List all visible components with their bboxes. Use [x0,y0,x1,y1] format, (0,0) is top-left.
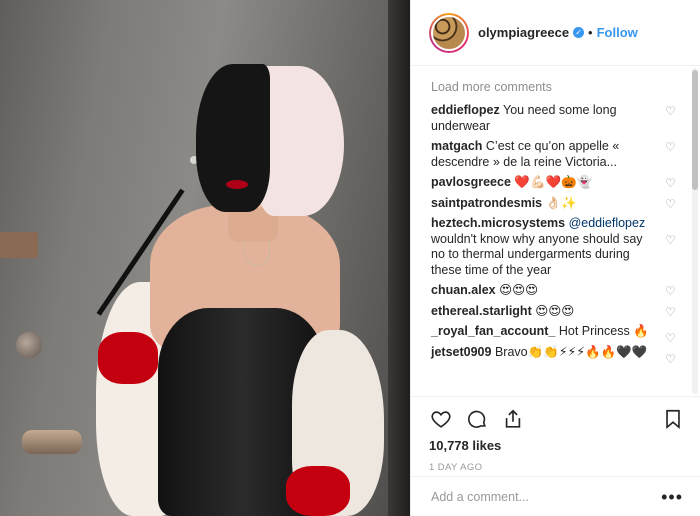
load-more-comments-button[interactable]: Load more comments [431,80,677,94]
comment-mention[interactable]: @eddieflopez [569,216,646,230]
comment-icon[interactable] [465,407,489,431]
more-options-button[interactable]: ••• [661,488,683,506]
bookmark-icon[interactable] [661,407,685,431]
comment-username[interactable]: saintpatrondesmis [431,196,542,210]
comment: ethereal.starlight 😍😍😍 ♡ [431,304,677,320]
post-side-panel: olympiagreece ✓ • Follow Load more comme… [410,0,700,516]
comment: jetset0909 Bravo👏👏⚡⚡⚡🔥🔥🖤🖤 ♡ [431,344,677,365]
comment-username[interactable]: chuan.alex [431,283,496,297]
comment: _royal_fan_account_ Hot Princess 🔥 ♡ [431,324,677,344]
comment: saintpatrondesmis 👌🏻✨ ♡ [431,196,677,212]
comment-username[interactable]: pavlosgreece [431,175,511,189]
post-header: olympiagreece ✓ • Follow [411,0,700,66]
post-actions: 10,778 likes 1 DAY AGO [411,396,700,473]
red-glove-left [98,332,158,384]
comment-username[interactable]: ethereal.starlight [431,304,532,318]
comment-text: 👌🏻✨ [545,195,577,210]
comment-username[interactable]: jetset0909 [431,345,491,359]
heart-icon[interactable] [429,407,453,431]
comment-text: 😍😍😍 [499,283,539,297]
comments-scrollbar-thumb[interactable] [692,70,698,190]
comment-text: Bravo👏👏⚡⚡⚡🔥🔥🖤🖤 [494,344,648,359]
heart-icon[interactable]: ♡ [665,198,677,210]
comment-username[interactable]: heztech.microsystems [431,216,565,230]
comment-text: Hot Princess 🔥 [558,324,649,338]
heart-icon[interactable]: ♡ [665,105,677,117]
heart-icon[interactable]: ♡ [665,177,677,189]
heart-icon[interactable]: ♡ [665,353,677,365]
follow-button[interactable]: Follow [597,25,638,40]
comment: matgach C’est ce qu’on appelle « descend… [431,139,677,170]
comments-list: Load more comments eddieflopez You need … [411,66,700,396]
necklace [244,240,270,266]
door-edge [388,0,410,516]
comment-text: 😍😍😍 [535,303,575,318]
comment-text: wouldn't know why anyone should say no t… [431,231,643,277]
door-hinge [0,244,38,258]
comment: eddieflopez You need some long underwear… [431,103,677,134]
username[interactable]: olympiagreece [478,25,569,40]
heart-icon[interactable]: ♡ [665,332,677,344]
avatar[interactable] [429,12,469,53]
comment-input[interactable] [431,489,662,504]
comment-text: ❤️💪🏻❤️🎃👻 [514,175,593,189]
separator-dot: • [588,25,593,40]
red-lips [226,180,248,189]
black-hair [196,64,270,212]
comment-username[interactable]: matgach [431,139,482,153]
heart-icon[interactable]: ♡ [665,141,677,153]
likes-count[interactable]: 10,778 likes [429,438,685,453]
door-lock [16,332,42,358]
white-hair [258,66,344,216]
heart-icon[interactable]: ♡ [665,306,677,318]
avatar-image [431,14,467,51]
post-photo[interactable] [0,0,410,516]
comment-username[interactable]: _royal_fan_account_ [431,324,555,338]
heart-icon[interactable]: ♡ [665,234,677,246]
comment-username[interactable]: eddieflopez [431,103,500,117]
share-icon[interactable] [501,407,525,431]
comment: pavlosgreece ❤️💪🏻❤️🎃👻 ♡ [431,175,677,191]
action-icon-row [429,403,685,435]
add-comment-bar: ••• [411,476,700,516]
comment: chuan.alex 😍😍😍 ♡ [431,283,677,299]
door-handle [22,430,82,454]
heart-icon[interactable]: ♡ [665,285,677,297]
verified-badge-icon: ✓ [573,27,585,38]
comment: heztech.microsystems @eddieflopez wouldn… [431,216,677,278]
red-glove-right [286,466,350,516]
post-timestamp[interactable]: 1 DAY AGO [429,462,685,473]
